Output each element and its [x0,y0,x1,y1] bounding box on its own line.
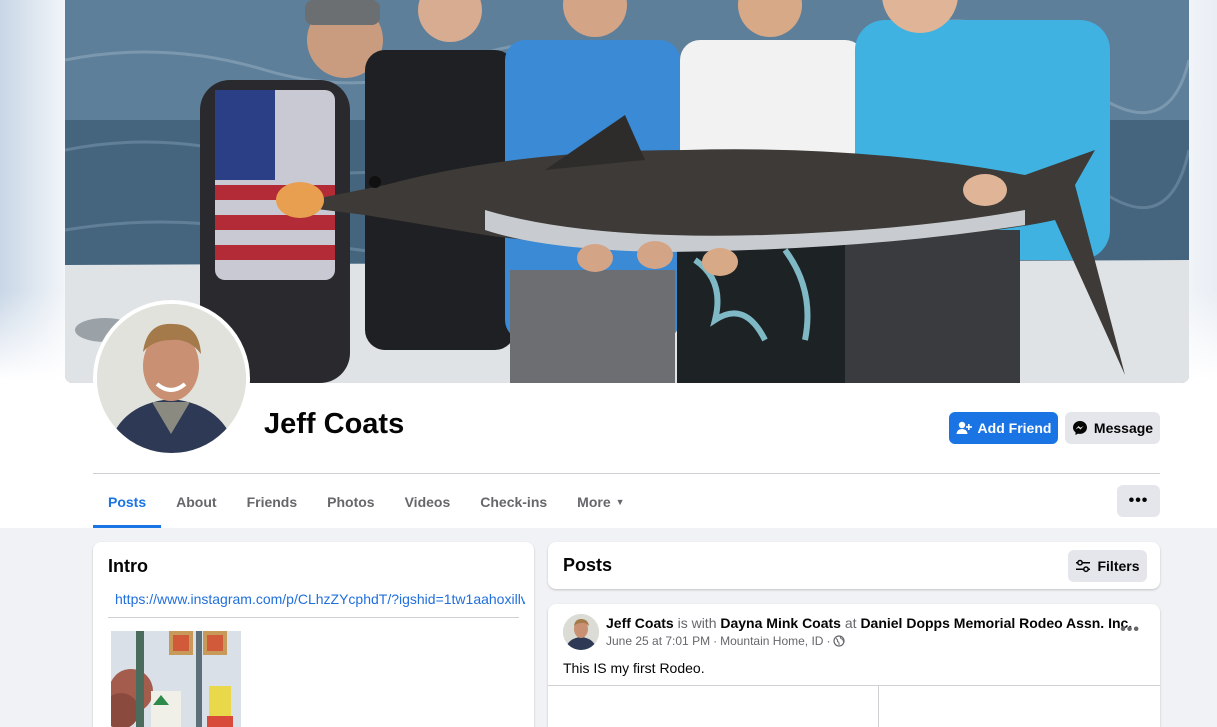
post-meta: June 25 at 7:01 PM · Mountain Home, ID · [606,634,846,648]
tab-videos[interactable]: Videos [390,476,466,528]
intro-card: Intro https://www.instagram.com/p/CLhzZY… [93,542,534,727]
tab-photos[interactable]: Photos [312,476,389,528]
tab-posts[interactable]: Posts [93,476,162,528]
message-label: Message [1093,420,1154,436]
meta-separator: · [826,634,831,648]
post-card: Jeff Coats is with Dayna Mink Coats at D… [548,604,1160,727]
post-tagged-link[interactable]: Dayna Mink Coats [720,615,841,631]
more-horizontal-icon: ••• [1128,492,1149,509]
profile-picture-image [97,304,246,453]
posts-header-card: Posts Filters [548,542,1160,589]
post-location[interactable]: Mountain Home, ID [720,634,823,648]
post-at-text: at [844,615,857,631]
tab-more[interactable]: More ▼ [562,476,639,528]
header-divider [93,473,1160,474]
filters-label: Filters [1097,558,1140,574]
post-with-text: is with [677,615,717,631]
intro-title: Intro [108,556,148,576]
post-date[interactable]: June 25 at 7:01 PM [606,634,710,648]
intro-featured-photo[interactable] [111,631,241,727]
post-media-split [878,686,879,727]
tab-about[interactable]: About [161,476,231,528]
intro-link[interactable]: https://www.instagram.com/p/CLhzZYcphdT/… [115,591,525,607]
post-author-avatar[interactable] [563,614,599,650]
meta-separator: · [713,634,718,648]
add-friend-button[interactable]: Add Friend [949,412,1058,444]
globe-icon[interactable] [833,635,846,647]
post-text: This IS my first Rodeo. [563,660,705,676]
posts-section-title: Posts [563,555,613,575]
profile-tabs: Posts About Friends Photos Videos Check-… [93,476,640,528]
profile-picture[interactable] [93,300,250,457]
more-horizontal-icon: ••• [1120,621,1140,638]
cover-photo[interactable] [65,0,1189,383]
post-author-link[interactable]: Jeff Coats [606,615,674,631]
messenger-icon [1072,421,1087,435]
post-more-options-button[interactable]: ••• [1120,621,1140,639]
cover-photo-image [65,0,1189,383]
intro-divider [108,617,519,618]
profile-name: Jeff Coats [264,408,405,440]
add-friend-label: Add Friend [977,420,1052,436]
tab-check-ins[interactable]: Check-ins [465,476,562,528]
post-place-link[interactable]: Daniel Dopps Memorial Rodeo Assn. Inc. [860,615,1132,631]
filters-icon [1076,559,1091,573]
add-friend-icon [956,421,972,434]
post-header: Jeff Coats is with Dayna Mink Coats at D… [606,615,1132,631]
tab-friends[interactable]: Friends [232,476,313,528]
post-media-divider [548,685,1160,686]
caret-down-icon: ▼ [615,497,625,507]
message-button[interactable]: Message [1065,412,1160,444]
filters-button[interactable]: Filters [1068,550,1147,582]
more-options-button[interactable]: ••• [1117,485,1160,517]
